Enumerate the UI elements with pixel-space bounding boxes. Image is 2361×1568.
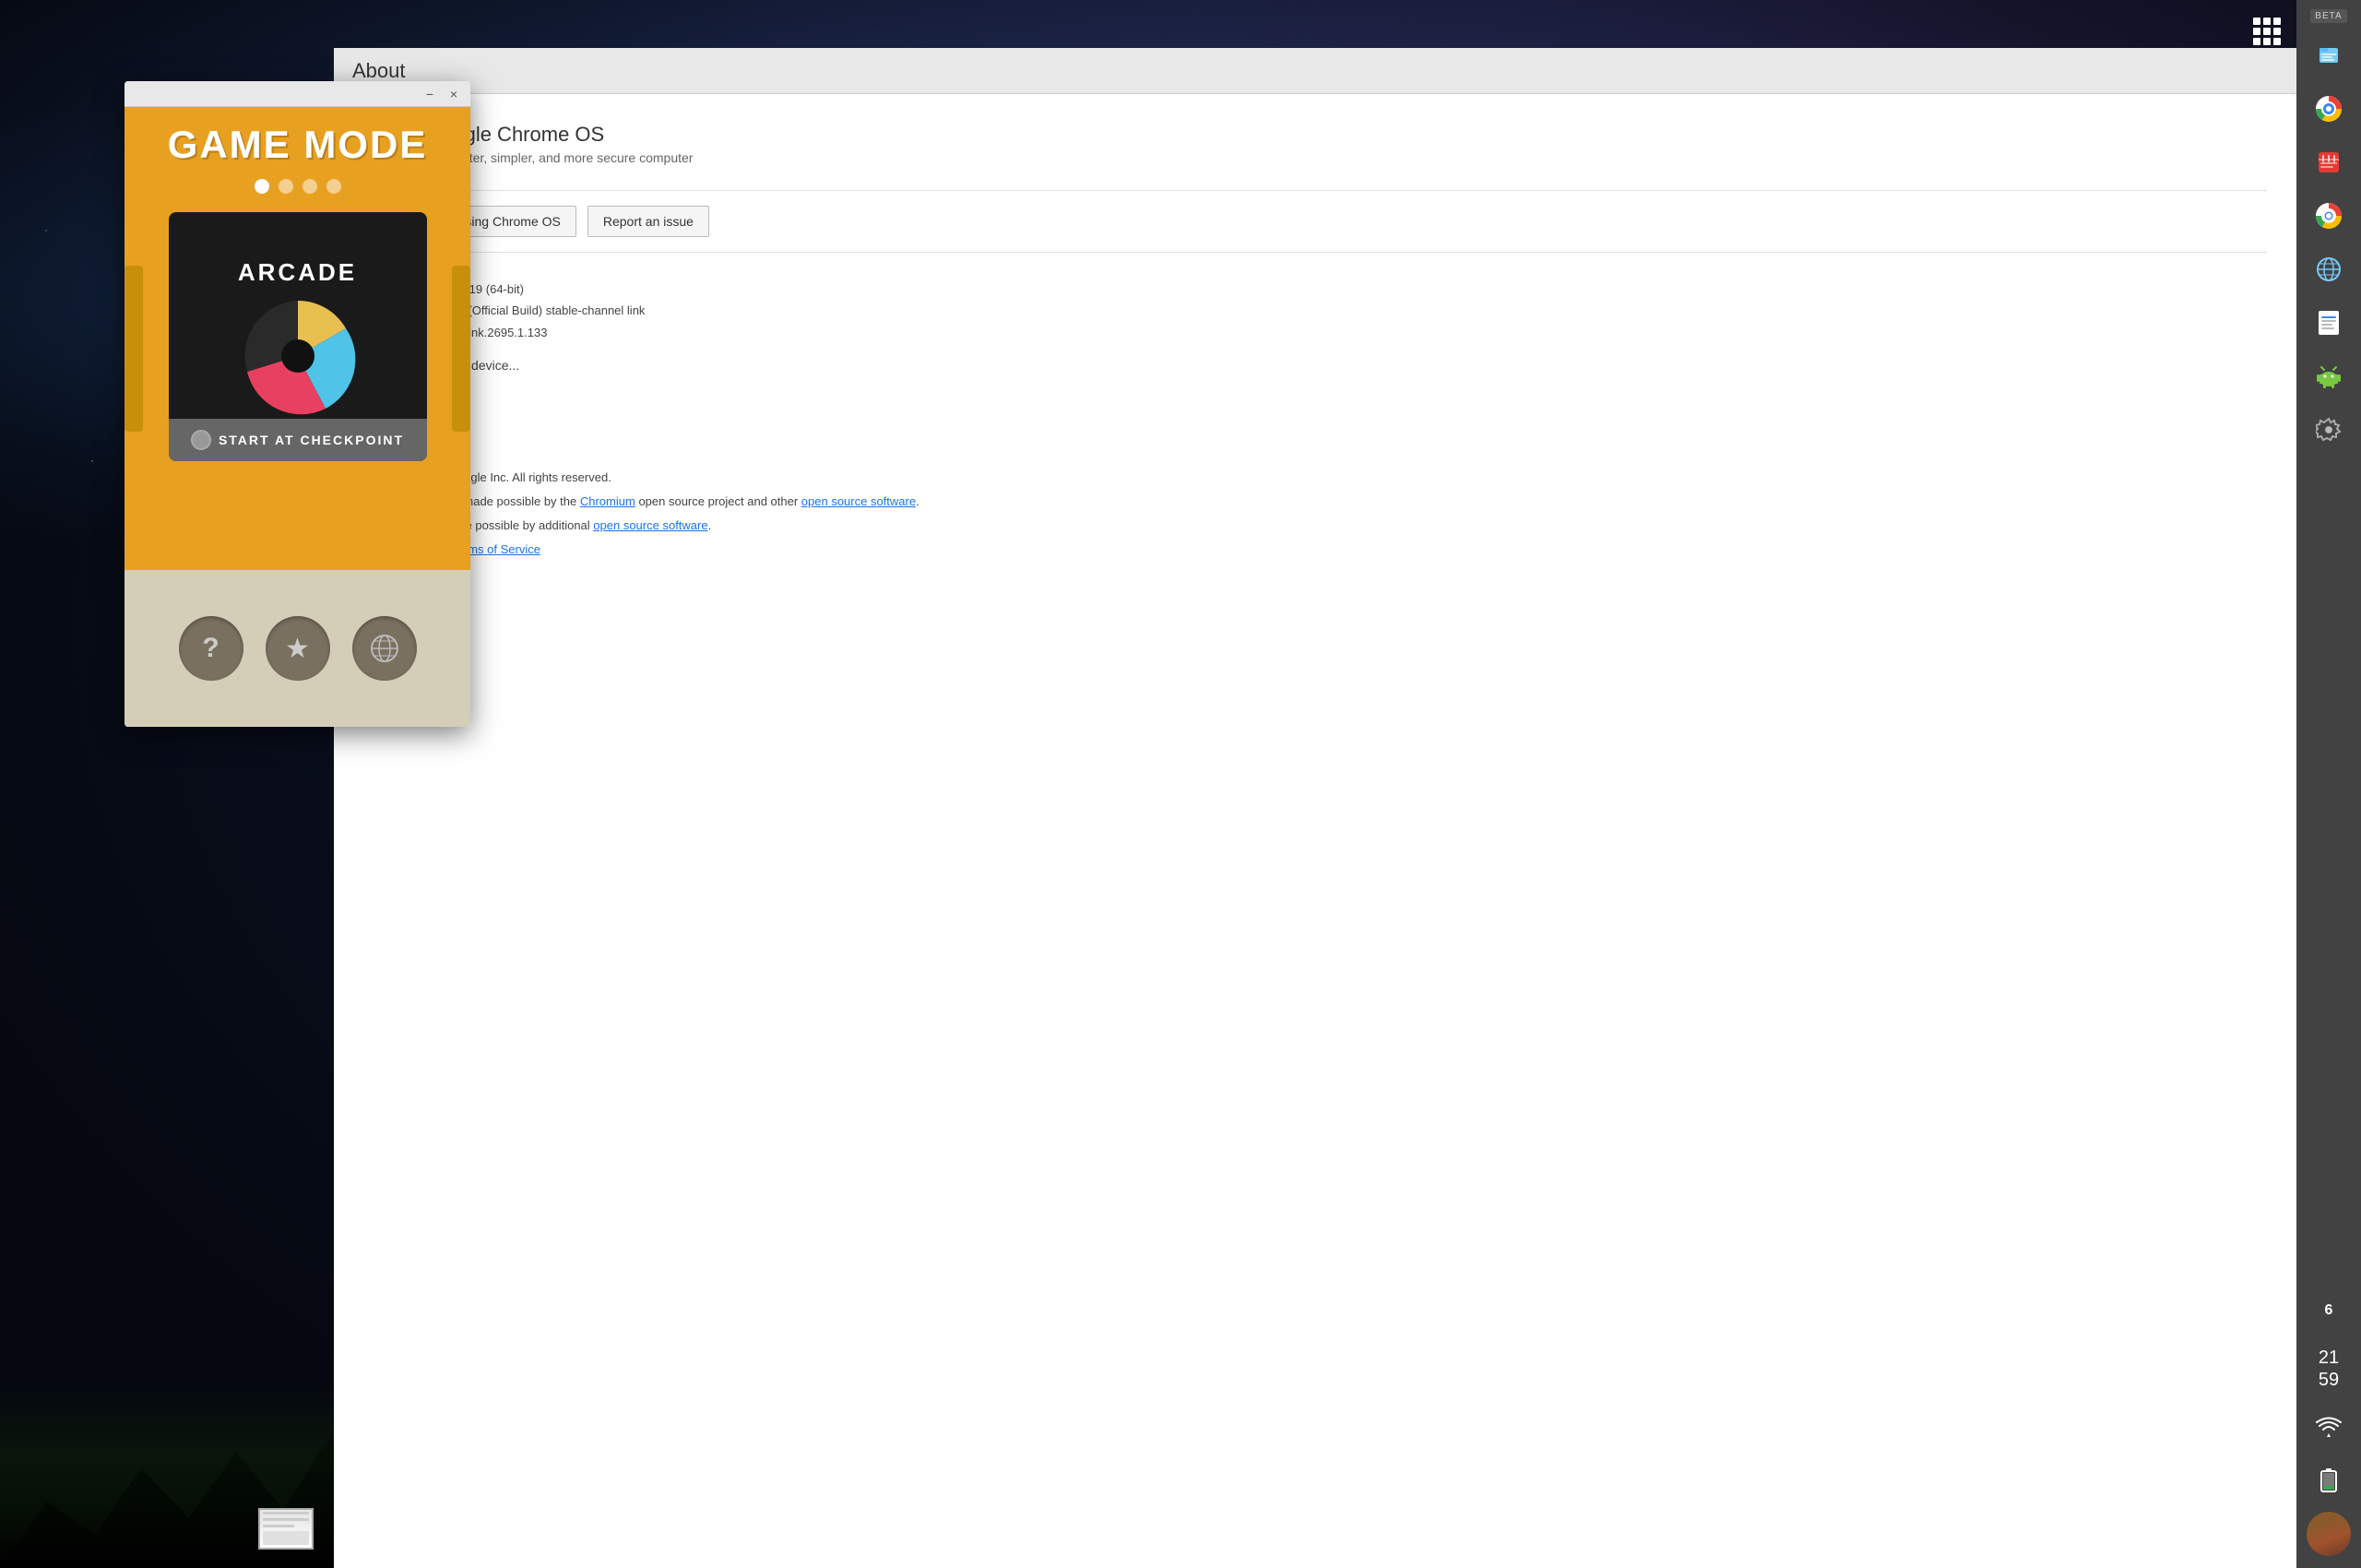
footer-title: Google Chrome (363, 436, 2267, 462)
avatar-image (2307, 1512, 2351, 1556)
footer-line1-end: . (916, 494, 919, 508)
game-content: GAME MODE ARCADE (125, 107, 470, 727)
about-buttons-row: Get help with using Chrome OS Report an … (363, 190, 2267, 253)
pie-chart (238, 296, 358, 416)
badge-number: 6 (2325, 1302, 2333, 1319)
right-sidebar: BETA (2296, 0, 2361, 1568)
left-handle (125, 266, 143, 432)
game-mode-window: − × GAME MODE ARCADE (125, 81, 470, 727)
oss-link-1[interactable]: open source software (801, 494, 916, 508)
settings-icon[interactable] (2304, 405, 2354, 455)
chrome-icon-1[interactable] (2304, 84, 2354, 134)
chromium-link[interactable]: Chromium (580, 494, 635, 508)
window-thumbnail[interactable] (258, 1508, 314, 1550)
help-button[interactable]: ? (179, 616, 243, 681)
grid-dots-icon (2253, 18, 2281, 45)
update-status-row: Updating your device... (363, 358, 2267, 373)
files-icon[interactable] (2304, 30, 2354, 80)
right-handle (452, 266, 470, 432)
thumbnail-preview (260, 1510, 312, 1548)
version-line-3: Firmware Google_Link.2695.1.133 (363, 322, 2267, 343)
footer-line2-end: . (708, 518, 712, 532)
android-icon[interactable] (2304, 351, 2354, 401)
dot-3 (303, 179, 317, 194)
webstore-icon[interactable] (2304, 137, 2354, 187)
minimize-button[interactable]: − (421, 85, 439, 103)
footer-copyright: Copyright 2014 Google Inc. All rights re… (363, 466, 2267, 490)
dot-2 (279, 179, 293, 194)
arcade-label: ARCADE (238, 258, 357, 287)
app-grid-button[interactable] (2247, 11, 2287, 52)
version-line-1: Version 37.0.2062.119 (64-bit) (363, 279, 2267, 300)
start-circle-icon (191, 430, 211, 450)
footer-line2: Chrome OS is made possible by additional… (363, 514, 2267, 538)
time-minute: 59 (2319, 1369, 2339, 1391)
start-button-label: START AT CHECKPOINT (219, 433, 404, 447)
about-header: About (334, 48, 2296, 94)
version-line-2: Platform 5978.80.0 (Official Build) stab… (363, 300, 2267, 321)
about-content: Google Chrome OS The faster, simpler, an… (334, 94, 2296, 1568)
star-icon: ★ (285, 633, 310, 665)
chrome-icon-2[interactable] (2304, 191, 2354, 241)
time-hour: 21 (2319, 1347, 2339, 1369)
battery-icon[interactable] (2304, 1455, 2354, 1505)
game-dots-indicator (255, 179, 341, 194)
about-footer: Google Chrome Copyright 2014 Google Inc.… (363, 414, 2267, 562)
report-issue-button[interactable]: Report an issue (587, 206, 709, 237)
user-avatar[interactable] (2304, 1509, 2354, 1559)
game-mode-title: GAME MODE (168, 125, 428, 164)
wifi-icon[interactable] (2304, 1402, 2354, 1452)
chrome-header: Google Chrome OS The faster, simpler, an… (363, 120, 2267, 168)
notification-badge[interactable]: 6 (2304, 1286, 2354, 1336)
beta-tag: BETA (2310, 9, 2346, 23)
globe-button[interactable] (352, 616, 417, 681)
footer-line1: Google Chrome is made possible by the Ch… (363, 490, 2267, 514)
update-percent: 100% (363, 380, 2267, 394)
dot-1 (255, 179, 269, 194)
arcade-box: ARCADE (169, 212, 427, 461)
start-checkpoint-button[interactable]: START AT CHECKPOINT (169, 419, 427, 461)
footer-line3: Google Chrome Terms of Service (363, 538, 2267, 562)
help-icon: ? (202, 633, 219, 664)
about-title: About (352, 59, 406, 83)
star-button[interactable]: ★ (266, 616, 330, 681)
globe-icon (368, 632, 401, 665)
footer-line1-mid: open source project and other (635, 494, 801, 508)
game-bottom-section: ? ★ (125, 570, 470, 727)
game-top-section: GAME MODE ARCADE (125, 107, 470, 570)
oss-link-2[interactable]: open source software (593, 518, 707, 532)
time-widget[interactable]: 21 59 (2319, 1339, 2339, 1398)
about-panel: About Google Chrome OS The faster, simpl… (334, 48, 2296, 1568)
version-info: Version 37.0.2062.119 (64-bit) Platform … (363, 279, 2267, 343)
game-titlebar: − × (125, 81, 470, 107)
dot-4 (326, 179, 341, 194)
network-icon[interactable] (2304, 244, 2354, 294)
docs-icon[interactable] (2304, 298, 2354, 348)
close-button[interactable]: × (445, 85, 463, 103)
